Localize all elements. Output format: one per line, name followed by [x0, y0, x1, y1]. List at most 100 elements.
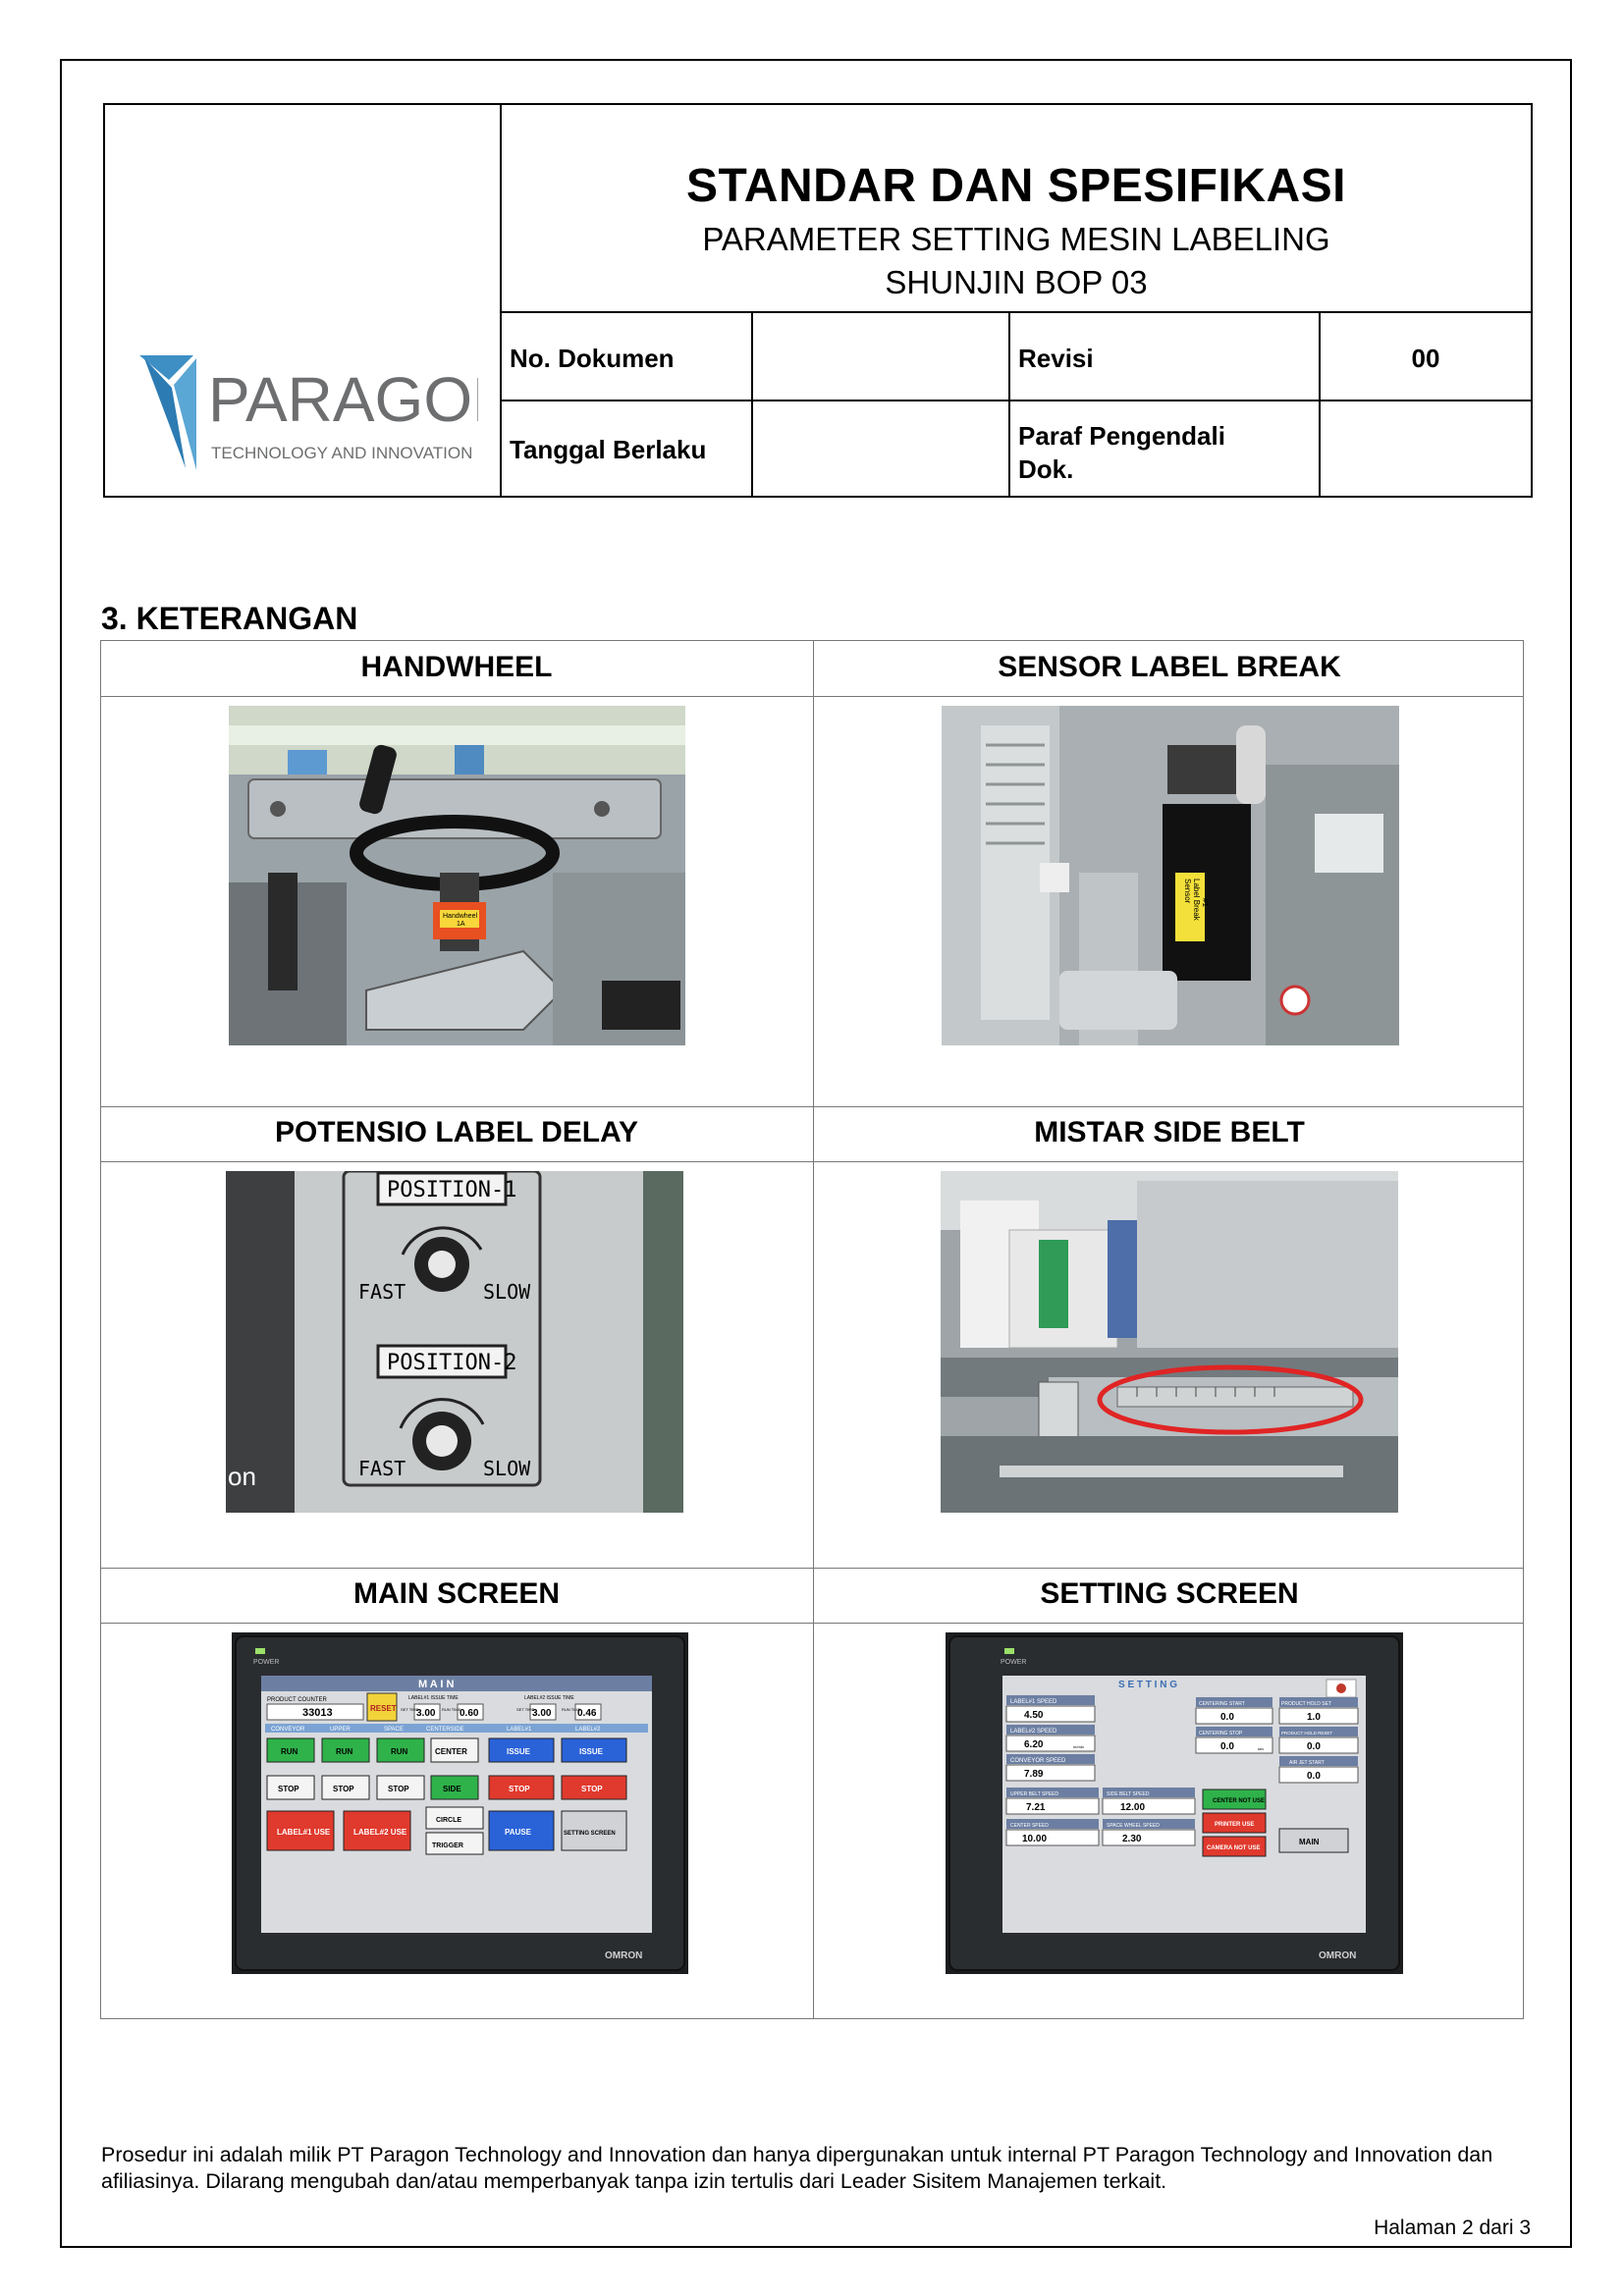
revisi-value-cell: 00	[1321, 313, 1531, 401]
no-dokumen-label-cell: No. Dokumen	[502, 313, 753, 401]
setting-omron-logo: OMRON	[1319, 1950, 1356, 1961]
conveyor-speed-label: CONVEYOR SPEED	[1010, 1758, 1066, 1764]
label1-set-time-value: 3.00	[416, 1708, 436, 1719]
printer-use-label: PRINTER USE	[1215, 1822, 1254, 1828]
product-hold-reset-value: 0.0	[1307, 1741, 1321, 1752]
upper-stop-label: STOP	[333, 1785, 354, 1793]
product-hold-set-value: 1.0	[1307, 1712, 1321, 1723]
table-column-divider	[813, 641, 814, 2018]
no-dokumen-value-cell	[753, 313, 1010, 401]
label1-issue-label: ISSUE	[507, 1747, 531, 1756]
logo-tagline-text: TECHNOLOGY AND INNOVATION	[211, 444, 472, 462]
product-counter-label: PRODUCT COUNTER	[267, 1697, 328, 1703]
position-2-label: POSITION-2	[387, 1351, 516, 1375]
handwheel-tag-text: Handwheel	[443, 913, 477, 920]
conveyor-stop-label: STOP	[278, 1785, 299, 1793]
side-belt-speed-value: 12.00	[1120, 1802, 1145, 1813]
item-label-handwheel: HANDWHEEL	[360, 651, 553, 683]
position-1-slow: SLOW	[483, 1280, 531, 1304]
reset-button-label: RESET	[370, 1704, 397, 1713]
air-jet-start-label: AIR JET START	[1289, 1760, 1325, 1766]
item-label-mistar-side-belt: MISTAR SIDE BELT	[1034, 1116, 1305, 1148]
item-label-setting-screen: SETTING SCREEN	[1040, 1577, 1299, 1610]
label2-set-time-tag: SET TIME	[516, 1707, 535, 1712]
label2-use-label: LABEL#2 USE	[353, 1828, 407, 1837]
setting-screen-photo: POWER S E T T I N G LABEL#1 SPEED 4.50 L…	[946, 1632, 1403, 1974]
no-dokumen-label: No. Dokumen	[510, 344, 675, 373]
center-speed-value: 10.00	[1022, 1834, 1047, 1844]
position-2-fast: FAST	[358, 1457, 406, 1480]
center-speed-label: CENTER SPEED	[1010, 1823, 1049, 1829]
position-1-fast: FAST	[358, 1280, 406, 1304]
label2-issue-time-label: LABEL#2 ISSUE TIME	[524, 1695, 574, 1701]
centering-stop-value: 0.0	[1220, 1741, 1234, 1752]
setting-screen-title: S E T T I N G	[1118, 1680, 1177, 1690]
time-unit-label-2: sec	[1258, 1746, 1264, 1751]
main-screen-title: M A I N	[418, 1679, 455, 1690]
logo-cell: PARAGON TECHNOLOGY AND INNOVATION	[105, 105, 502, 496]
section-heading: 3. KETERANGAN	[101, 601, 358, 636]
label1-set-time-tag: SET TIME	[401, 1707, 419, 1712]
product-hold-reset-label: PRODUCT HOLD RESET	[1281, 1731, 1332, 1735]
tanggal-label-cell: Tanggal Berlaku	[502, 401, 753, 496]
space-run-label: RUN	[391, 1747, 408, 1756]
camera-not-use-label: CAMERA NOT USE	[1207, 1845, 1260, 1851]
product-counter-value: 33013	[302, 1707, 333, 1719]
conveyor-run-label: RUN	[281, 1747, 298, 1756]
trigger-button-label: TRIGGER	[432, 1842, 463, 1849]
side-belt-speed-label: SIDE BELT SPEED	[1107, 1791, 1150, 1797]
air-jet-start-value: 0.0	[1307, 1771, 1321, 1782]
handwheel-tag-number: 1A	[457, 921, 465, 928]
label2-issue-label: ISSUE	[579, 1747, 604, 1756]
page-number: Halaman 2 dari 3	[1374, 2216, 1531, 2239]
table-row-divider	[101, 1161, 1523, 1162]
paraf-value-cell	[1321, 401, 1531, 496]
centering-start-value: 0.0	[1220, 1712, 1234, 1723]
col-space: SPACE	[384, 1727, 404, 1733]
space-stop-label: STOP	[388, 1785, 409, 1793]
item-label-sensor-label-break: SENSOR LABEL BREAK	[998, 651, 1341, 683]
paraf-label-cell: Paraf Pengendali Dok.	[1010, 401, 1321, 496]
main-screen-photo: POWER M A I N PRODUCT COUNTER 33013 RESE…	[232, 1632, 688, 1974]
label1-speed-value: 4.50	[1024, 1710, 1044, 1721]
table-row-divider	[101, 696, 1523, 697]
label2-speed-value: 6.20	[1024, 1739, 1044, 1750]
label2-stop-label: STOP	[581, 1785, 603, 1793]
footer-disclaimer: Prosedur ini adalah milik PT Paragon Tec…	[101, 2143, 1493, 2193]
space-wheel-speed-label: SPACE WHEEL SPEED	[1107, 1823, 1160, 1829]
label2-set-time-value: 3.00	[532, 1708, 552, 1719]
revisi-label: Revisi	[1018, 344, 1094, 373]
main-button-label: MAIN	[1299, 1838, 1320, 1846]
setting-power-label: POWER	[1001, 1659, 1026, 1666]
col-centerside: CENTERSIDE	[426, 1727, 464, 1733]
document-subtitle-2: SHUNJIN BOP 03	[885, 264, 1148, 300]
sensor-tag-line1: Sensor	[1183, 879, 1192, 904]
main-omron-logo: OMRON	[605, 1950, 642, 1961]
sensor-label-break-photo: Sensor Label Break #1	[942, 706, 1399, 1045]
center-button-label: CENTER	[435, 1747, 467, 1756]
conveyor-speed-value: 7.89	[1024, 1769, 1044, 1780]
col-label2: LABEL#2	[575, 1727, 601, 1733]
col-upper: UPPER	[330, 1727, 351, 1733]
table-row-divider	[101, 1568, 1523, 1569]
document-subtitle-1: PARAMETER SETTING MESIN LABELING	[702, 221, 1330, 257]
center-not-use-label: CENTER NOT USE	[1213, 1798, 1265, 1804]
item-label-potensio-label-delay: POTENSIO LABEL DELAY	[274, 1116, 639, 1148]
centering-stop-label: CENTERING STOP	[1199, 1731, 1243, 1736]
sensor-tag-line3: #1	[1201, 898, 1210, 907]
document-title: STANDAR DAN SPESIFIKASI	[686, 160, 1346, 212]
item-label-main-screen: MAIN SCREEN	[352, 1577, 560, 1610]
potensio-label-delay-photo: POSITION-1 FAST SLOW POSITION-2 FAST SLO…	[226, 1171, 683, 1513]
revisi-value: 00	[1411, 344, 1440, 373]
label1-stop-label: STOP	[509, 1785, 530, 1793]
revisi-label-cell: Revisi	[1010, 313, 1321, 401]
position-1-label: POSITION-1	[387, 1178, 516, 1202]
side-button-label: SIDE	[443, 1785, 461, 1793]
upper-belt-speed-label: UPPER BELT SPEED	[1010, 1791, 1058, 1797]
upper-belt-speed-value: 7.21	[1026, 1802, 1046, 1813]
main-power-label: POWER	[253, 1659, 279, 1666]
handwheel-photo: Handwheel 1A	[229, 706, 685, 1045]
document-header: PARAGON TECHNOLOGY AND INNOVATION STANDA…	[103, 103, 1533, 498]
label1-issue-time-label: LABEL#1 ISSUE TIME	[408, 1695, 459, 1701]
label2-run-time-tag: RUN TIME	[562, 1707, 581, 1712]
